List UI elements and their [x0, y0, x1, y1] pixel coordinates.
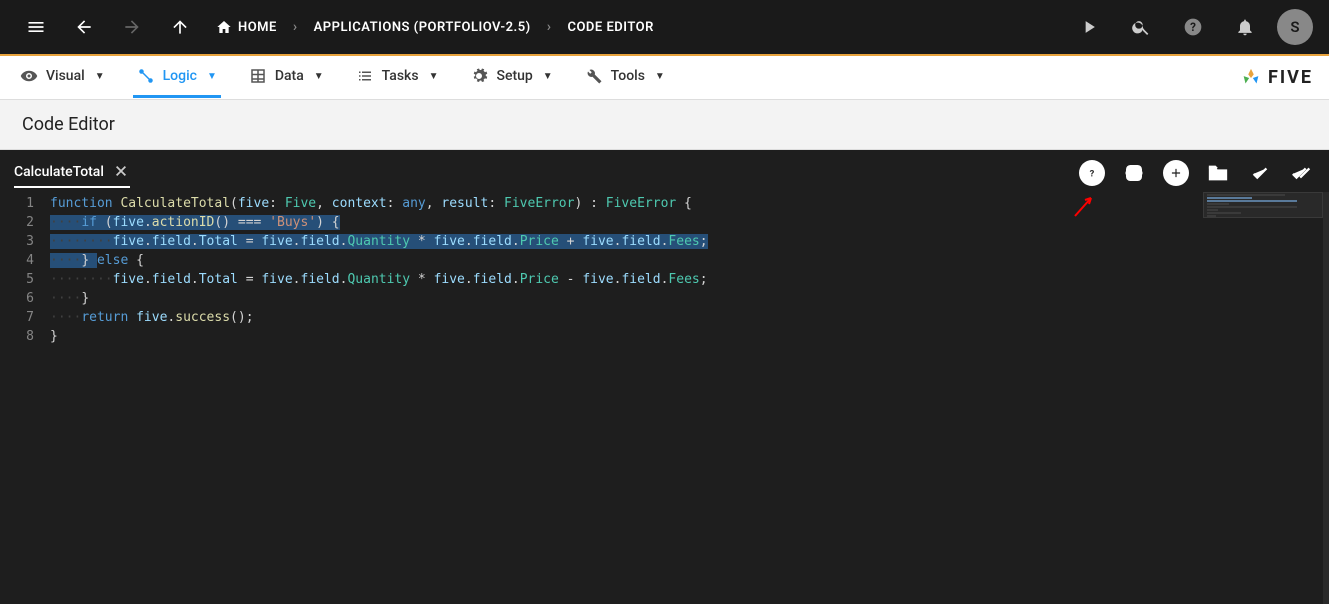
logic-icon — [137, 67, 155, 85]
code-line: ····if (five.actionID() === 'Buys') { — [50, 213, 1329, 232]
breadcrumb: HOME › APPLICATIONS (PORTFOLIOV-2.5) › C… — [216, 19, 654, 35]
svg-text:?: ? — [1090, 169, 1095, 180]
ai-brain-icon[interactable] — [1121, 160, 1147, 186]
list-icon — [356, 67, 374, 85]
subnav-data[interactable]: Data ▼ — [245, 57, 328, 98]
code-content[interactable]: function CalculateTotal(five: Five, cont… — [50, 192, 1329, 604]
caret-down-icon: ▼ — [543, 71, 553, 82]
minimap-preview — [1207, 194, 1319, 218]
search-icon[interactable] — [1121, 7, 1161, 47]
caret-down-icon: ▼ — [95, 71, 105, 82]
gear-icon — [470, 67, 488, 85]
caret-down-icon: ▼ — [207, 71, 217, 82]
chevron-right-icon: › — [293, 19, 298, 35]
editor-tab-bar: CalculateTotal ? — [0, 150, 1329, 188]
code-line: function CalculateTotal(five: Five, cont… — [50, 194, 1329, 213]
scrollbar-vertical[interactable] — [1323, 192, 1329, 604]
page-title: Code Editor — [0, 100, 1329, 150]
breadcrumb-applications[interactable]: APPLICATIONS (PORTFOLIOV-2.5) — [314, 20, 531, 35]
editor-tab[interactable]: CalculateTotal — [14, 158, 130, 188]
topbar-left: HOME › APPLICATIONS (PORTFOLIOV-2.5) › C… — [16, 7, 654, 47]
caret-down-icon: ▼ — [429, 71, 439, 82]
caret-down-icon: ▼ — [655, 71, 665, 82]
subnav-tasks[interactable]: Tasks ▼ — [352, 57, 443, 98]
code-line: ····} else { — [50, 251, 1329, 270]
editor-actions: ? — [1079, 160, 1315, 186]
table-icon — [249, 67, 267, 85]
back-icon[interactable] — [64, 7, 104, 47]
check-all-icon[interactable] — [1289, 160, 1315, 186]
svg-text:?: ? — [1190, 20, 1196, 34]
folder-open-icon[interactable] — [1205, 160, 1231, 186]
breadcrumb-code-editor[interactable]: CODE EDITOR — [567, 20, 653, 35]
subnav-logic[interactable]: Logic ▼ — [133, 57, 221, 98]
chevron-right-icon: › — [547, 19, 552, 35]
code-line: ········five.field.Total = five.field.Qu… — [50, 270, 1329, 289]
subnav: Visual ▼ Logic ▼ Data ▼ Tasks ▼ Setup ▼ … — [0, 56, 1329, 100]
tools-icon — [585, 67, 603, 85]
up-icon[interactable] — [160, 7, 200, 47]
topbar-right: ? S — [1069, 7, 1313, 47]
code-line: ····return five.success(); — [50, 308, 1329, 327]
home-label: HOME — [238, 20, 277, 35]
code-line: } — [50, 327, 1329, 346]
play-icon[interactable] — [1069, 7, 1109, 47]
code-area[interactable]: 1 2 3 4 5 6 7 8 function CalculateTotal(… — [0, 192, 1329, 604]
code-editor: CalculateTotal ? — [0, 150, 1329, 604]
breadcrumb-home[interactable]: HOME — [216, 19, 277, 35]
subnav-setup[interactable]: Setup ▼ — [466, 57, 556, 98]
add-button[interactable] — [1163, 160, 1189, 186]
forward-icon — [112, 7, 152, 47]
five-logo-icon — [1240, 67, 1262, 89]
check-icon[interactable] — [1247, 160, 1273, 186]
subnav-visual[interactable]: Visual ▼ — [16, 57, 109, 98]
menu-icon[interactable] — [16, 7, 56, 47]
brand-logo: FIVE — [1240, 67, 1313, 89]
close-icon[interactable] — [114, 164, 130, 180]
avatar[interactable]: S — [1277, 9, 1313, 45]
subnav-tools[interactable]: Tools ▼ — [581, 57, 669, 98]
explain-help-button[interactable]: ? — [1079, 160, 1105, 186]
help-icon[interactable]: ? — [1173, 7, 1213, 47]
code-line: ····} — [50, 289, 1329, 308]
line-gutter: 1 2 3 4 5 6 7 8 — [0, 192, 50, 604]
bell-icon[interactable] — [1225, 7, 1265, 47]
minimap[interactable] — [1203, 192, 1323, 604]
eye-icon — [20, 67, 38, 85]
code-line: ········five.field.Total = five.field.Qu… — [50, 232, 1329, 251]
topbar: HOME › APPLICATIONS (PORTFOLIOV-2.5) › C… — [0, 0, 1329, 56]
caret-down-icon: ▼ — [314, 71, 324, 82]
